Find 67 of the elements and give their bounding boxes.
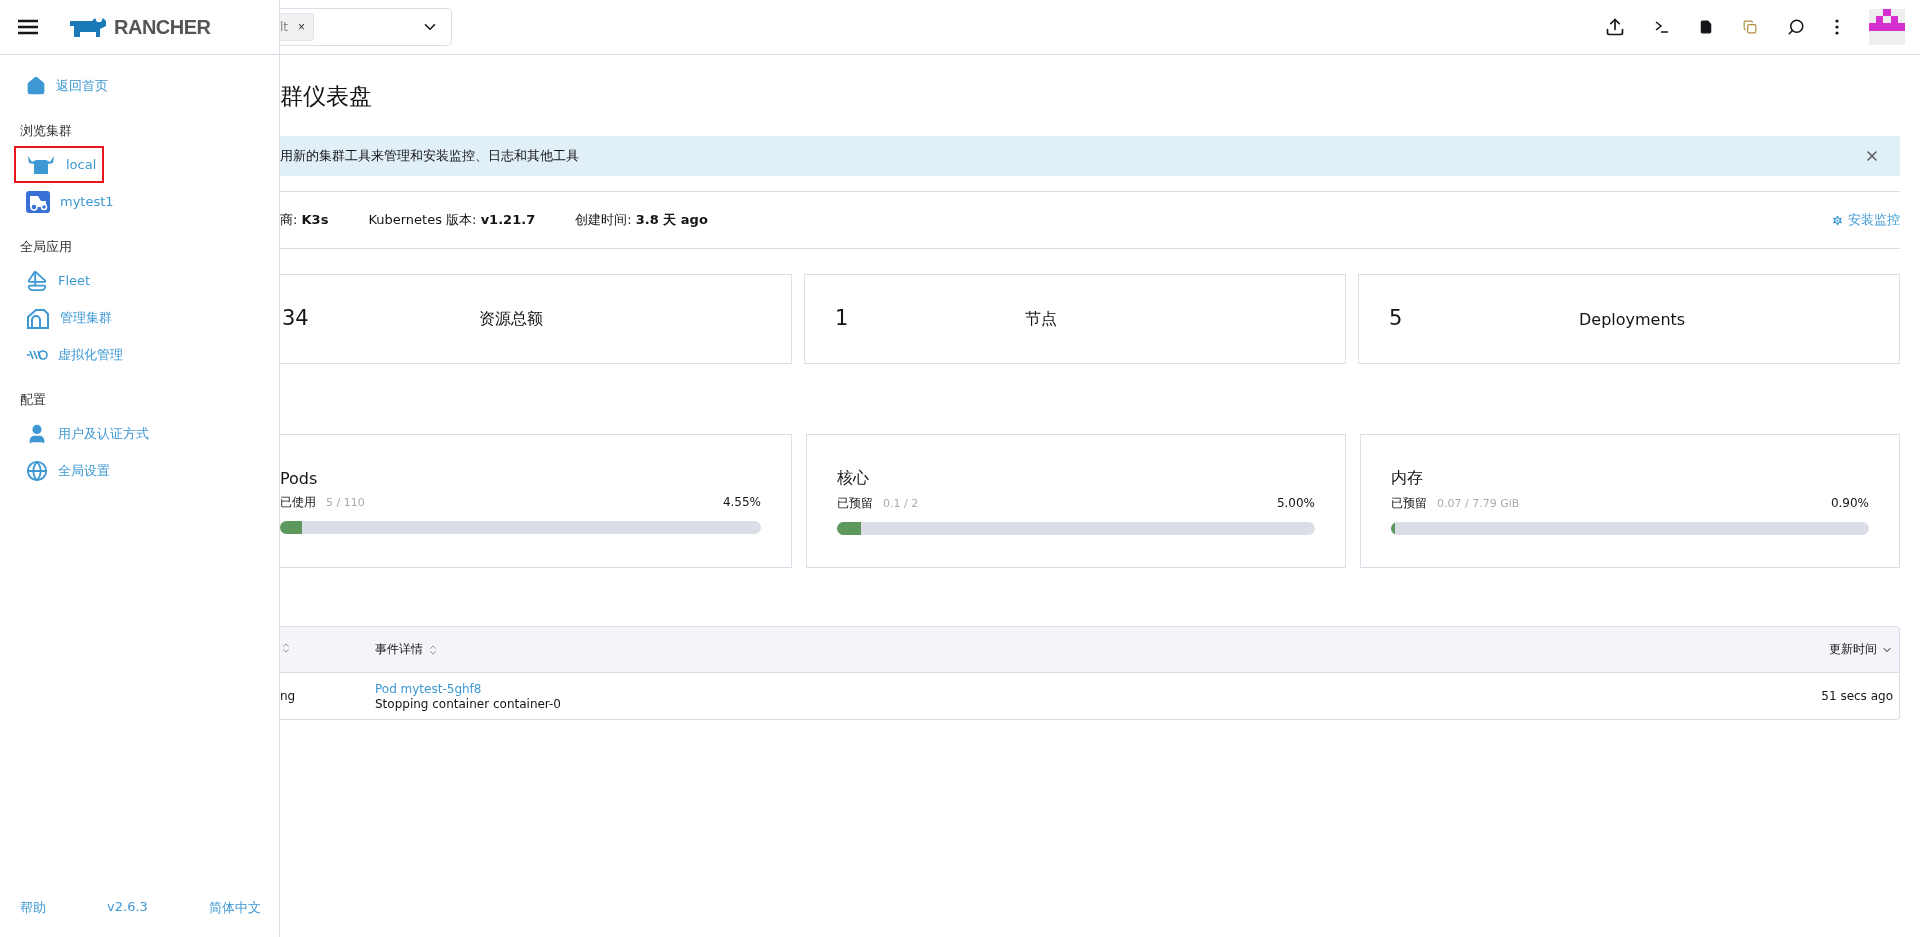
tractor-icon — [26, 190, 50, 213]
globe-icon — [26, 459, 48, 482]
table-cell: ng — [280, 689, 296, 703]
gauge-status: 已使用 — [280, 493, 316, 511]
count-label: 节点 — [1025, 308, 1057, 330]
namespace-chip: lt × — [280, 13, 315, 41]
upload-button[interactable] — [1605, 17, 1625, 37]
gauge-percent: 4.55% — [722, 495, 761, 509]
version-link[interactable]: v2.6.3 — [107, 899, 148, 917]
count-label: Deployments — [1579, 309, 1686, 329]
count-label: 资源总额 — [478, 308, 543, 330]
nav-item[interactable]: mytest1 — [14, 183, 122, 220]
count-value: 1 — [835, 305, 850, 333]
copy-button[interactable] — [1743, 20, 1757, 34]
sailboat-icon — [26, 269, 48, 292]
gauge-amount: 0.1 / 2 — [883, 496, 919, 510]
file-button[interactable] — [1699, 20, 1713, 34]
gauge-amount: 0.07 / 7.79 GiB — [1437, 496, 1520, 510]
gauge-title: 核心 — [837, 467, 870, 489]
install-monitoring-link[interactable]: 安装监控 — [1831, 211, 1900, 229]
count-card[interactable]: 1 节点 — [804, 274, 1346, 364]
cluster-info: 商: K3s — [280, 211, 329, 229]
nav-item[interactable]: 管理集群 — [14, 299, 120, 336]
gauge-amount: 5 / 110 — [326, 495, 365, 509]
nav-item[interactable]: 虚拟化管理 — [14, 336, 131, 373]
barn-icon — [26, 306, 50, 329]
nav-item[interactable]: local — [14, 146, 105, 183]
menu-icon[interactable] — [18, 19, 38, 35]
cluster-info: Kubernetes 版本: v1.21.7 — [368, 211, 536, 229]
more-button[interactable] — [1835, 19, 1839, 35]
gauge-status: 已预留 — [837, 494, 873, 512]
remove-chip-button[interactable]: × — [298, 20, 306, 34]
home-link[interactable]: 返回首页 — [14, 67, 116, 104]
nav-item[interactable]: 全局设置 — [14, 452, 118, 489]
sort-icon — [427, 643, 439, 656]
namespace-select[interactable]: lt × — [280, 8, 452, 46]
home-icon — [26, 75, 46, 96]
cluster-info: 创建时间: 3.8 天 ago — [575, 211, 708, 229]
nav-item[interactable]: 用户及认证方式 — [14, 415, 157, 452]
avatar-icon[interactable] — [1869, 9, 1905, 45]
column-header[interactable]: 事件详情 — [375, 641, 439, 658]
gauge-status: 已预留 — [1391, 494, 1427, 512]
nav-item[interactable]: Fleet — [14, 262, 99, 299]
column-header[interactable]: 更新时间 — [1829, 641, 1893, 658]
more-icon — [1835, 19, 1839, 35]
help-link[interactable]: 帮助 — [20, 899, 46, 917]
gauge-title: 内存 — [1391, 467, 1424, 489]
section-heading: 配置 — [20, 391, 47, 409]
count-card[interactable]: 5 Deployments — [1358, 274, 1900, 364]
count-card[interactable]: 34 资源总额 — [280, 274, 792, 364]
gauge-percent: 5.00% — [1276, 496, 1315, 510]
language-link[interactable]: 简体中文 — [209, 899, 261, 917]
page-title: 群仪表盘 — [280, 82, 373, 111]
search-button[interactable] — [1787, 18, 1805, 36]
count-value: 5 — [1389, 305, 1404, 333]
event-message: Stopping container container-0 — [375, 696, 561, 711]
banner-text: 用新的集群工具来管理和安装监控、日志和其他工具 — [280, 147, 579, 165]
sort-icon[interactable] — [280, 642, 292, 654]
count-value: 34 — [282, 305, 309, 333]
gauge-title: Pods — [280, 468, 319, 488]
gauge-percent: 0.90% — [1830, 496, 1869, 510]
object-link[interactable]: Pod mytest-5ghf8 — [375, 681, 561, 696]
brand-name: RANCHER — [114, 15, 211, 39]
table-cell: 51 secs ago — [1821, 689, 1893, 703]
section-heading: 浏览集群 — [20, 122, 73, 140]
section-heading: 全局应用 — [20, 238, 73, 256]
terminal-button[interactable] — [1655, 20, 1669, 34]
